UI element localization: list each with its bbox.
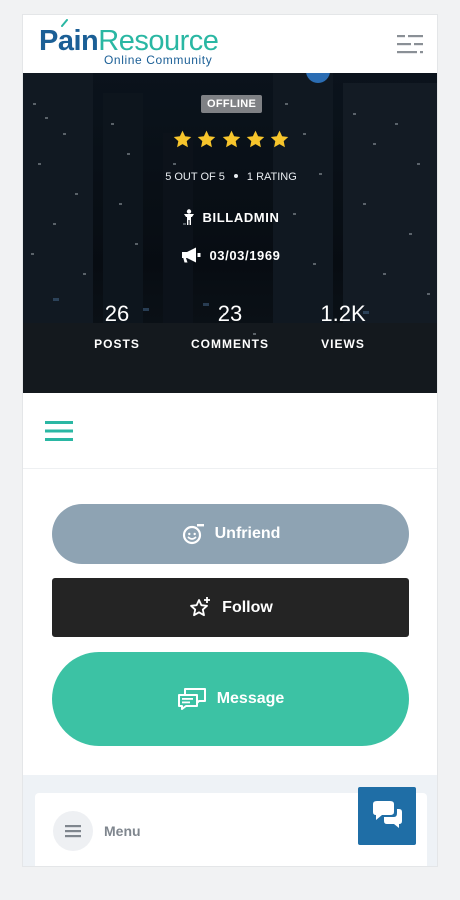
rating-summary: 5 OUT OF 5 1 RATING bbox=[23, 171, 437, 183]
logo-tagline: Online Community bbox=[104, 53, 213, 67]
unfriend-button[interactable]: Unfriend bbox=[52, 504, 409, 564]
chat-launcher-button[interactable] bbox=[358, 787, 416, 845]
stat-label: POSTS bbox=[94, 337, 140, 351]
stat-value: 26 bbox=[104, 301, 130, 326]
hamburger-icon bbox=[65, 825, 81, 838]
stat-comments[interactable]: 23 COMMENTS bbox=[180, 301, 280, 351]
follow-label: Follow bbox=[222, 598, 273, 616]
rating-count: 1 RATING bbox=[246, 171, 297, 183]
message-button[interactable]: Message bbox=[52, 652, 409, 746]
star-icon bbox=[222, 130, 240, 148]
site-header: PainResource Online Community bbox=[23, 15, 437, 73]
profile-subnav bbox=[23, 393, 437, 469]
stat-posts[interactable]: 26 POSTS bbox=[67, 301, 167, 351]
profile-username[interactable]: BILLADMIN bbox=[203, 210, 280, 225]
message-label: Message bbox=[216, 690, 285, 707]
star-icon bbox=[270, 130, 289, 148]
star-icon bbox=[173, 130, 192, 148]
unfriend-icon bbox=[182, 524, 204, 545]
stat-value: 1.2K bbox=[320, 301, 366, 326]
profile-date: 03/03/1969 bbox=[209, 248, 281, 263]
profile-cover: OFFLINE 5 OUT OF 5 1 RATING BILLADMIN 03/… bbox=[23, 73, 437, 393]
stat-label: VIEWS bbox=[321, 337, 365, 351]
bullet-separator bbox=[233, 174, 238, 179]
rating-score: 5 OUT OF 5 bbox=[165, 171, 225, 183]
star-icon bbox=[198, 130, 216, 148]
profile-date-row: 03/03/1969 bbox=[23, 247, 437, 263]
star-icon bbox=[246, 130, 264, 148]
menu-toggle[interactable] bbox=[53, 811, 93, 851]
status-badge: OFFLINE bbox=[201, 95, 263, 113]
chat-icon bbox=[373, 801, 402, 828]
hamburger-icon[interactable] bbox=[45, 419, 73, 443]
site-logo[interactable]: PainResource Online Community bbox=[39, 19, 249, 69]
logo-pain: Pain bbox=[39, 25, 99, 57]
stat-label: COMMENTS bbox=[191, 337, 269, 351]
chat-bubbles-icon bbox=[177, 688, 206, 710]
menu-label[interactable]: Menu bbox=[104, 823, 141, 839]
stat-views[interactable]: 1.2K VIEWS bbox=[293, 301, 393, 351]
profile-username-row: BILLADMIN bbox=[23, 209, 437, 225]
stat-value: 23 bbox=[217, 301, 243, 326]
menu-lines-icon[interactable] bbox=[397, 33, 423, 55]
person-icon bbox=[183, 209, 194, 225]
megaphone-icon bbox=[182, 247, 201, 263]
profile-stats: 26 POSTS 23 COMMENTS 1.2K VIEWS bbox=[23, 301, 437, 361]
follow-button[interactable]: Follow bbox=[52, 578, 409, 637]
page-frame: PainResource Online Community OFFLINE 5 … bbox=[22, 14, 438, 867]
unfriend-label: Unfriend bbox=[214, 525, 281, 542]
star-plus-icon bbox=[190, 596, 211, 616]
rating-stars bbox=[172, 129, 290, 151]
